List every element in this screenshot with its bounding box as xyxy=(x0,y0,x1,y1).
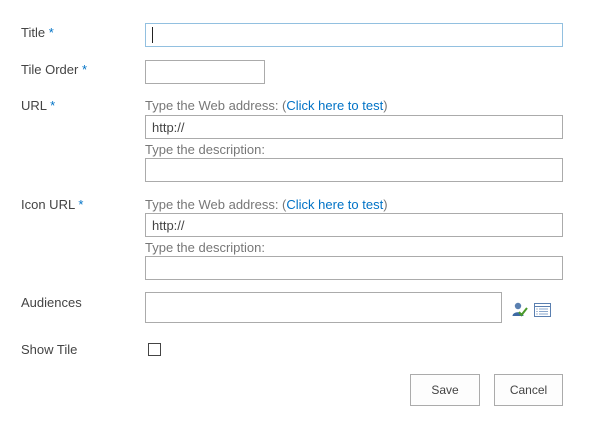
url-description-hint: Type the description: xyxy=(145,142,265,157)
icon-url-address-hint: Type the Web address: (Click here to tes… xyxy=(145,197,388,213)
tile-order-label: Tile Order * xyxy=(21,62,87,78)
title-label-text: Title xyxy=(21,25,46,40)
url-address-hint: Type the Web address: (Click here to tes… xyxy=(145,98,388,114)
tile-order-label-text: Tile Order xyxy=(21,62,79,77)
tile-order-input[interactable] xyxy=(145,60,265,84)
audiences-input[interactable] xyxy=(145,292,502,323)
text-cursor xyxy=(152,27,153,43)
address-book-icon[interactable] xyxy=(533,302,552,318)
icon-url-label-text: Icon URL xyxy=(21,197,75,212)
required-mark: * xyxy=(78,197,84,212)
title-label: Title * xyxy=(21,25,54,41)
icon-url-description-input[interactable] xyxy=(145,256,563,280)
icon-url-description-hint: Type the description: xyxy=(145,240,265,255)
url-test-link[interactable]: Click here to test xyxy=(286,98,383,113)
required-mark: * xyxy=(48,25,54,40)
show-tile-checkbox[interactable] xyxy=(148,343,161,356)
show-tile-label: Show Tile xyxy=(21,342,78,357)
icon-url-address-input[interactable] xyxy=(145,213,563,237)
required-mark: * xyxy=(50,98,56,113)
save-button[interactable]: Save xyxy=(410,374,480,406)
required-mark: * xyxy=(81,62,87,77)
audiences-label: Audiences xyxy=(21,295,82,310)
title-input[interactable] xyxy=(145,23,563,47)
url-address-hint-suffix: ) xyxy=(383,98,388,113)
check-names-icon[interactable] xyxy=(511,301,528,318)
icon-url-test-link[interactable]: Click here to test xyxy=(286,197,383,212)
icon-url-address-hint-suffix: ) xyxy=(383,197,388,212)
url-address-input[interactable] xyxy=(145,115,563,139)
url-label-text: URL xyxy=(21,98,47,113)
icon-url-label: Icon URL * xyxy=(21,197,83,213)
url-address-hint-prefix: Type the Web address: ( xyxy=(145,98,287,113)
icon-url-address-hint-prefix: Type the Web address: ( xyxy=(145,197,287,212)
cancel-button[interactable]: Cancel xyxy=(494,374,563,406)
url-label: URL * xyxy=(21,98,55,114)
url-description-input[interactable] xyxy=(145,158,563,182)
